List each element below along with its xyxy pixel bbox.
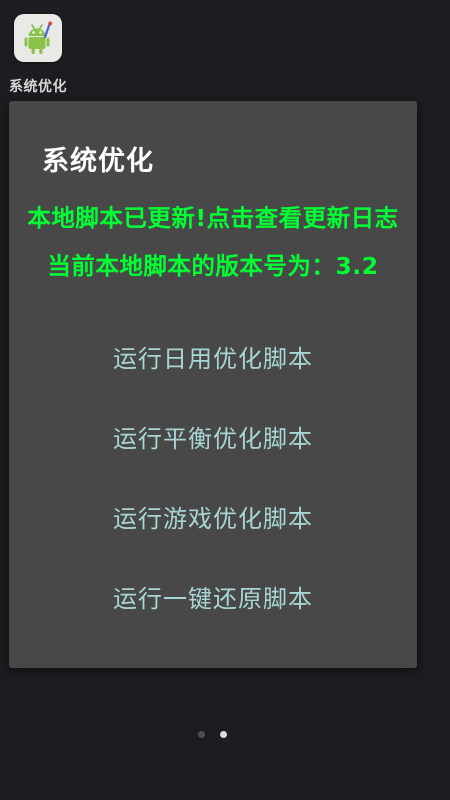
- script-menu-dialog: 系统优化 本地脚本已更新!点击查看更新日志 当前本地脚本的版本号为：3.2 运行…: [9, 101, 417, 668]
- run-balanced-optimization-item[interactable]: 运行平衡优化脚本: [9, 411, 417, 467]
- run-game-optimization-item[interactable]: 运行游戏优化脚本: [9, 491, 417, 547]
- page-dot-1: [198, 731, 205, 738]
- android-robot-icon: [24, 21, 53, 54]
- version-text: 当前本地脚本的版本号为：3.2: [47, 252, 379, 280]
- run-restore-item[interactable]: 运行一键还原脚本: [9, 571, 417, 627]
- run-daily-optimization-item[interactable]: 运行日用优化脚本: [9, 331, 417, 387]
- page-indicator: [198, 731, 227, 738]
- update-notice-link[interactable]: 本地脚本已更新!点击查看更新日志: [9, 199, 417, 233]
- page-dot-2-active: [220, 731, 227, 738]
- app-label[interactable]: 系统优化: [0, 76, 76, 96]
- dialog-title: 系统优化: [42, 146, 154, 177]
- app-icon[interactable]: [14, 14, 62, 62]
